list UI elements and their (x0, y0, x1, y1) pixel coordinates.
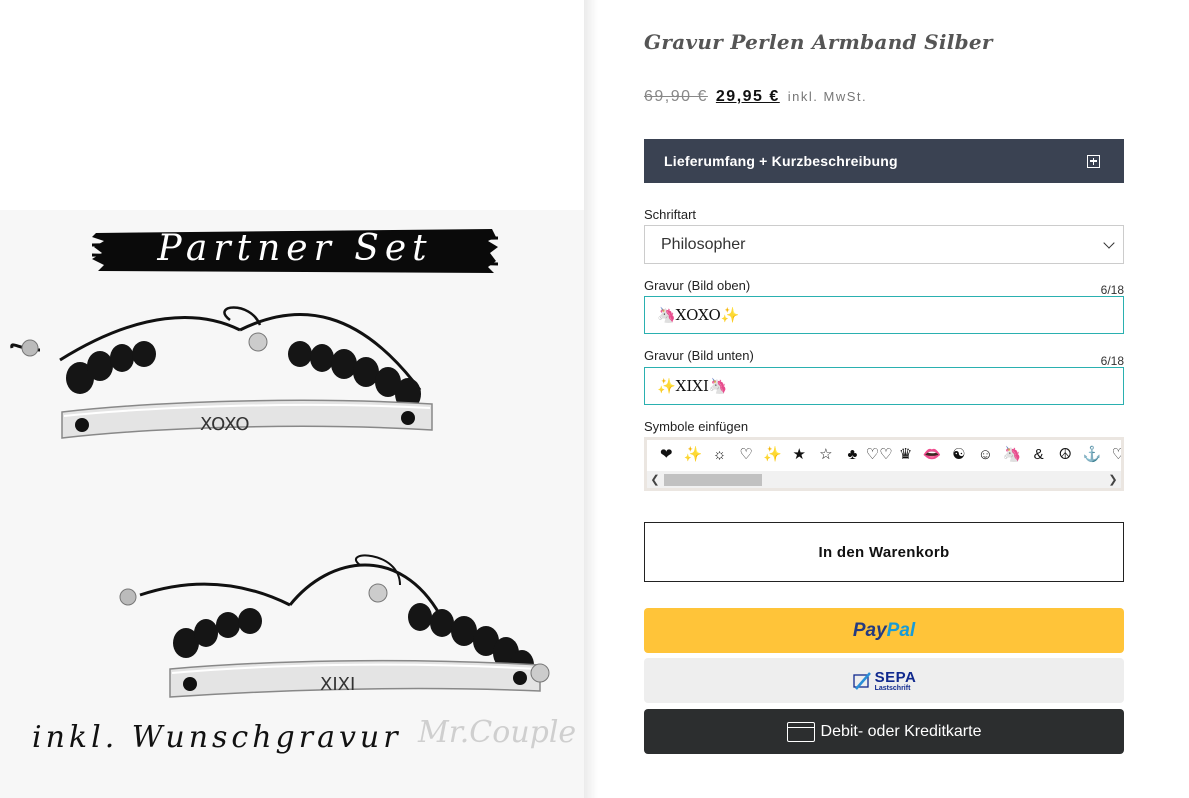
sepa-logo: SEPA Lastschrift (852, 670, 917, 692)
engraving-bottom-text: XIXI (320, 674, 355, 695)
sepa-pen-icon (852, 671, 871, 690)
symbol-item[interactable]: ★ (786, 445, 813, 463)
symbol-item[interactable]: ✨ (680, 445, 707, 463)
symbol-item[interactable]: ☺ (972, 446, 999, 463)
vat-note: inkl. MwSt. (787, 89, 868, 104)
accordion-label: Lieferumfang + Kurzbeschreibung (664, 153, 898, 169)
product-page: Partner Set XOXO XIXI inkl. Wunschgravur… (0, 0, 1189, 798)
font-select[interactable]: Philosopher (644, 225, 1124, 264)
old-price: 69,90 € (644, 88, 708, 105)
symbol-item[interactable]: & (1025, 446, 1052, 463)
product-gallery: Partner Set XOXO XIXI inkl. Wunschgravur… (0, 0, 584, 798)
symbol-scrollbar[interactable]: ❮ ❯ (647, 471, 1121, 488)
symbols-label: Symbole einfügen (644, 419, 749, 434)
scroll-thumb[interactable] (664, 474, 762, 486)
font-select-value: Philosopher (661, 235, 746, 253)
symbol-item[interactable]: ❤ (653, 445, 680, 463)
banner-text: Partner Set (157, 227, 433, 269)
symbol-item[interactable]: ♡♡ (866, 445, 893, 463)
bottom-script-text: inkl. Wunschgravur (32, 720, 402, 755)
product-image[interactable]: Partner Set XOXO XIXI inkl. Wunschgravur… (0, 210, 584, 798)
credit-card-icon (786, 721, 815, 742)
bracelet-top-graphic: XOXO (10, 306, 433, 439)
engraving-top-label: Gravur (Bild oben) (644, 278, 751, 293)
symbol-picker[interactable]: ❤ ✨ ☼ ♡ ✨ ★ ☆ ♣ ♡♡ ♛ 👄 ☯ ☺ 🦄 & ☮ ⚓ ♡ ❮ ❯ (644, 437, 1124, 491)
product-title: Gravur Perlen Armband Silber (644, 30, 993, 54)
font-select-label: Schriftart (644, 207, 697, 222)
symbol-item[interactable]: ⚓ (1079, 445, 1106, 463)
engraving-top-input[interactable] (644, 296, 1124, 334)
paypal-button[interactable]: Pay Pal (644, 608, 1124, 653)
symbol-item[interactable]: 👄 (919, 445, 946, 463)
symbol-item[interactable]: ♡ (733, 445, 760, 463)
paypal-logo-pay: Pay (852, 619, 887, 641)
expand-plus-icon[interactable] (1087, 154, 1100, 168)
symbol-item[interactable]: ☆ (813, 445, 840, 463)
card-payment-label: Debit- oder Kreditkarte (820, 722, 982, 740)
symbol-item[interactable]: ☮ (1052, 445, 1079, 463)
symbol-item[interactable]: ♛ (892, 445, 919, 463)
paypal-logo-pal: Pal (886, 619, 916, 641)
sepa-main-text: SEPA (874, 668, 917, 686)
divider-shadow (584, 0, 598, 798)
price-row: 69,90 € 29,95 € inkl. MwSt. (644, 88, 867, 106)
add-to-cart-button[interactable]: In den Warenkorb (644, 522, 1124, 582)
sepa-sub-text: Lastschrift (874, 684, 911, 692)
engraving-bottom-label: Gravur (Bild unten) (644, 348, 754, 363)
bracelet-bottom-graphic: XIXI (119, 554, 550, 698)
symbol-item[interactable]: ✨ (759, 445, 786, 463)
symbol-row: ❤ ✨ ☼ ♡ ✨ ★ ☆ ♣ ♡♡ ♛ 👄 ☯ ☺ 🦄 & ☮ ⚓ ♡ (647, 440, 1121, 468)
watermark-logo: Mr.Couple (418, 715, 577, 750)
sepa-button[interactable]: SEPA Lastschrift (644, 658, 1124, 703)
card-payment-button[interactable]: Debit- oder Kreditkarte (644, 709, 1124, 754)
symbol-item[interactable]: ♡ (1105, 445, 1121, 463)
engraving-top-text: XOXO (200, 414, 250, 435)
engraving-bottom-input[interactable] (644, 367, 1124, 405)
engraving-top-counter: 6/18 (1100, 283, 1124, 297)
chevron-down-icon (1103, 236, 1115, 249)
symbol-item[interactable]: ♣ (839, 446, 866, 463)
scroll-right-arrow-icon[interactable]: ❯ (1105, 471, 1121, 488)
symbol-item[interactable]: ☯ (946, 445, 973, 463)
new-price: 29,95 € (715, 88, 780, 105)
symbol-item[interactable]: ☼ (706, 446, 733, 463)
scroll-left-arrow-icon[interactable]: ❮ (647, 471, 663, 488)
symbol-item[interactable]: 🦄 (999, 445, 1026, 463)
engraving-bottom-counter: 6/18 (1100, 354, 1124, 368)
accordion-delivery-scope[interactable]: Lieferumfang + Kurzbeschreibung (644, 139, 1124, 183)
